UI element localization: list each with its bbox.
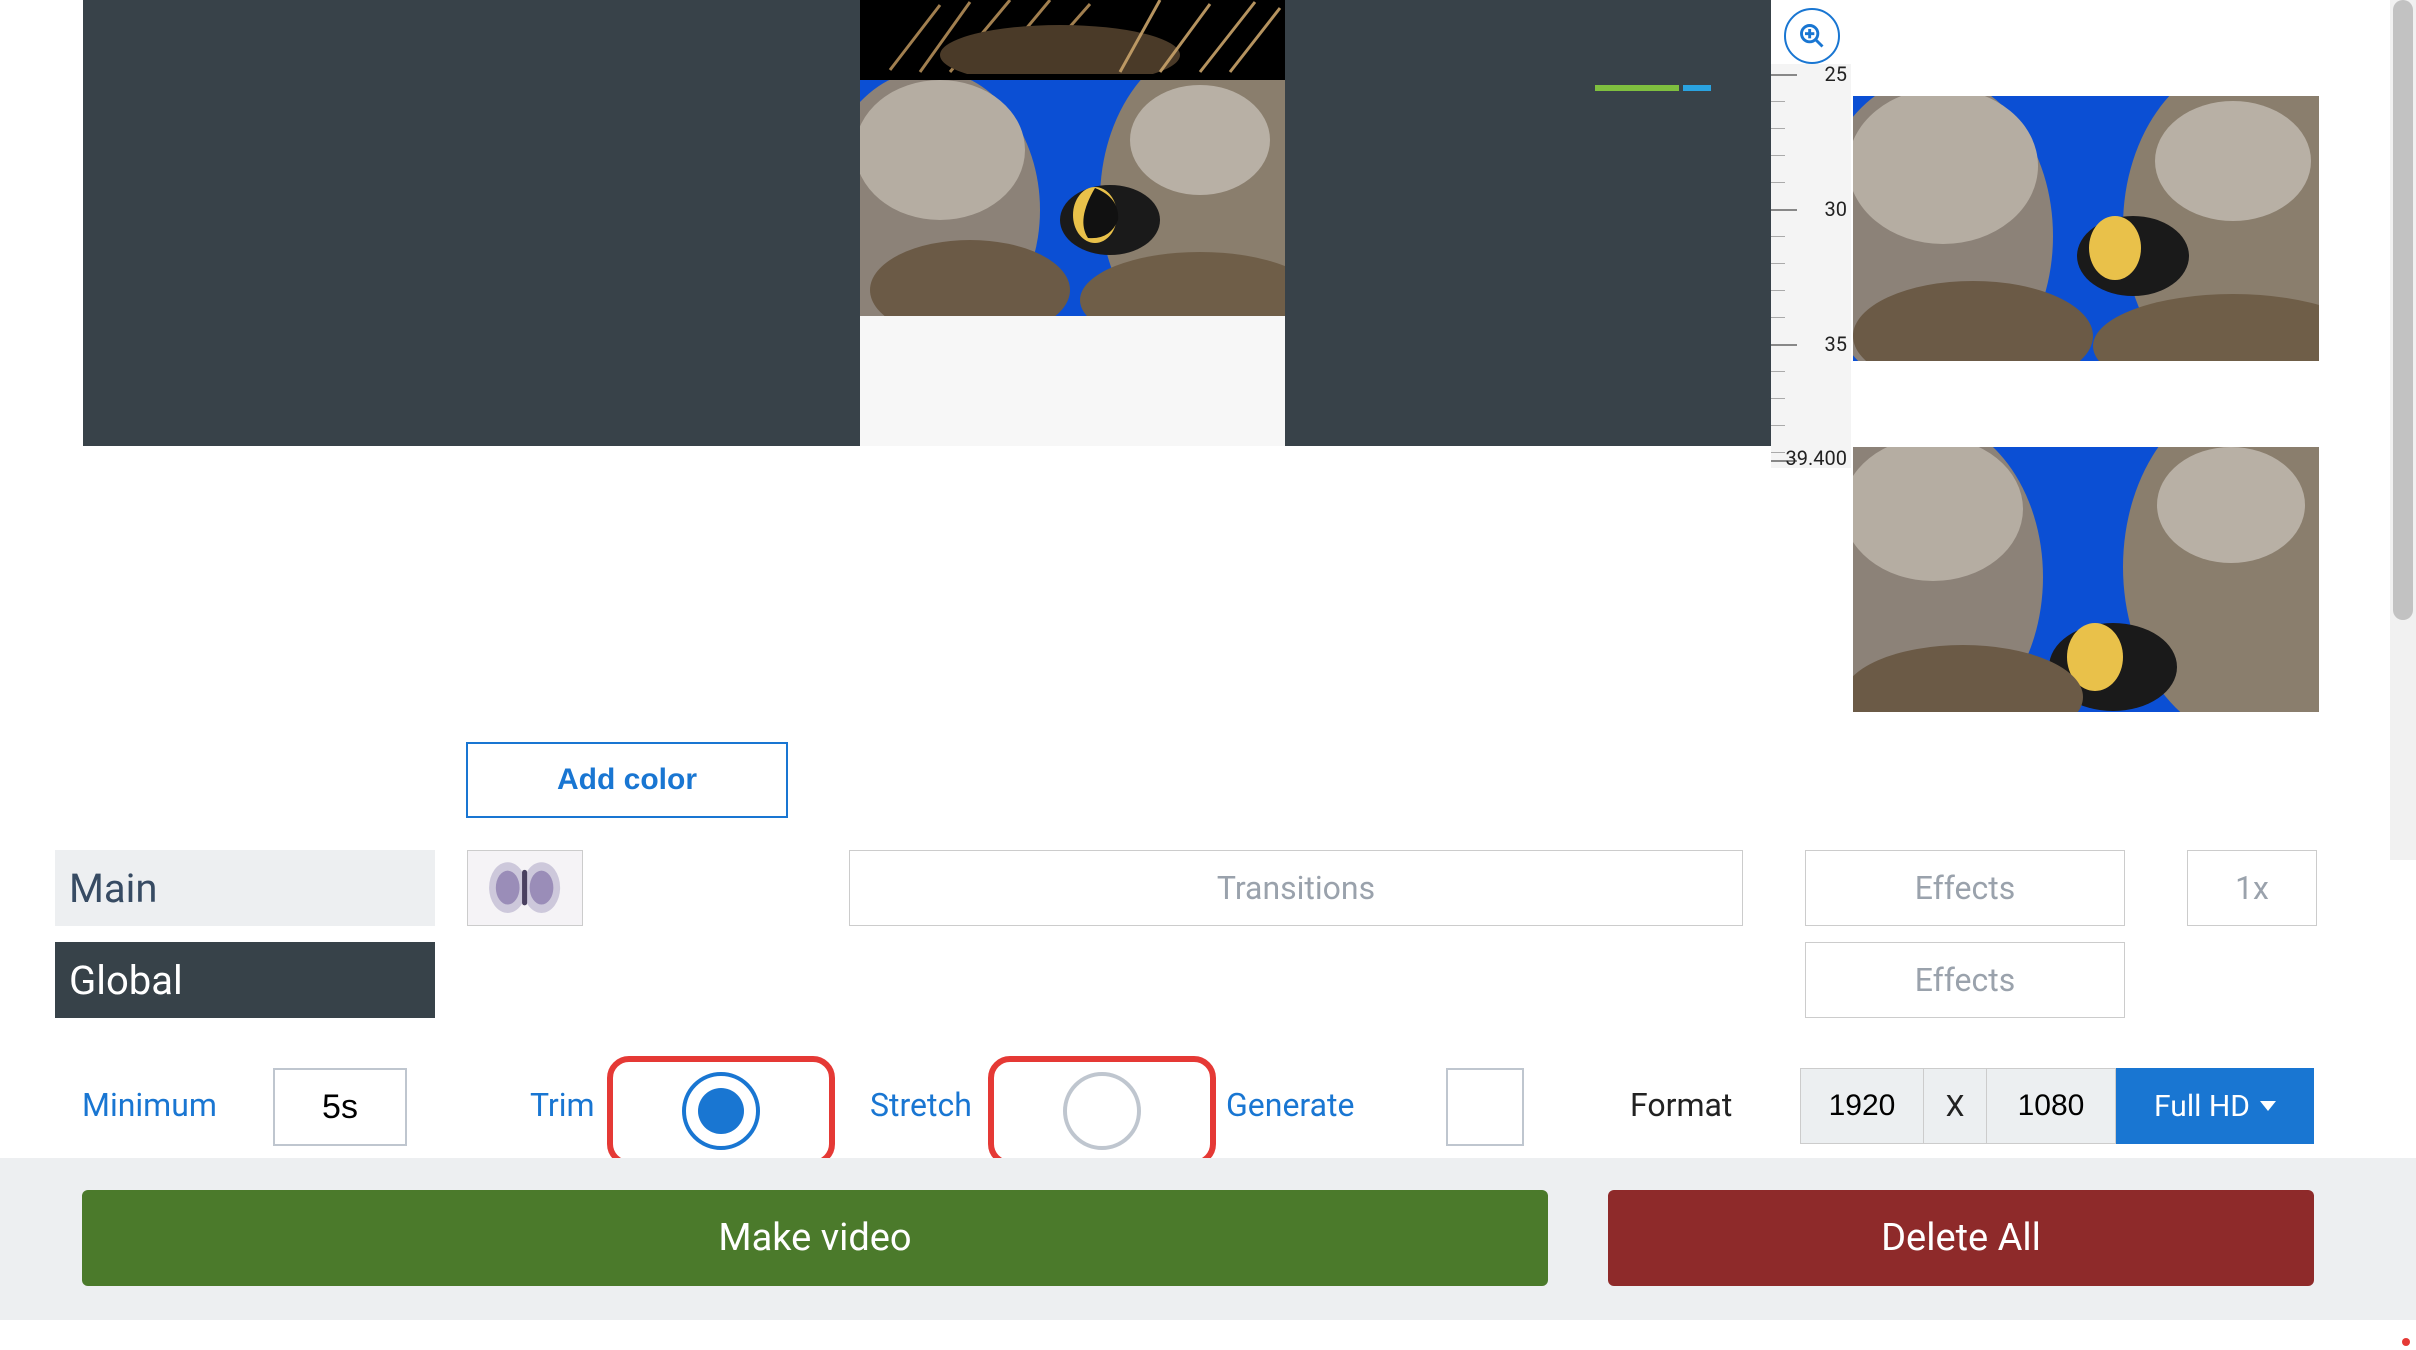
butterfly-icon [479,858,570,917]
trim-radio[interactable] [682,1072,760,1150]
add-color-button[interactable]: Add color [466,742,788,818]
preview-frame-top [860,0,1285,74]
minimum-input[interactable] [273,1068,407,1146]
stretch-label: Stretch [870,1086,972,1124]
selected-clip-thumb[interactable] [467,850,583,926]
tab-main[interactable]: Main [55,850,435,926]
highlight-trim [607,1056,835,1166]
preview-canvas[interactable] [83,0,1771,446]
notification-dot-icon [2402,1338,2410,1346]
options-row: Minimum Trim Stretch Generate Format X F… [0,1050,2416,1158]
preview-frame [860,0,1285,446]
format-width-input[interactable] [1800,1068,1924,1144]
timeline-ruler[interactable]: 25 30 35 39.400 [1771,64,1851,468]
delete-all-button[interactable]: Delete All [1608,1190,2314,1286]
format-preset-dropdown[interactable]: Full HD [2116,1068,2314,1144]
generate-label: Generate [1226,1086,1354,1124]
preview-frame-bottom [860,316,1285,446]
generate-checkbox[interactable] [1446,1068,1524,1146]
clip-thumbnail[interactable] [1853,447,2319,712]
trim-label: Trim [530,1086,595,1124]
format-preset-label: Full HD [2154,1089,2250,1124]
ruler-tick-label: 25 [1825,62,1847,86]
scrollbar-thumb[interactable] [2393,0,2413,620]
transitions-field[interactable]: Transitions [849,850,1743,926]
action-bar: Make video Delete All [0,1158,2416,1320]
highlight-stretch [988,1056,1216,1166]
format-label: Format [1630,1086,1732,1124]
tab-global[interactable]: Global [55,942,435,1018]
effects-field-global[interactable]: Effects [1805,942,2125,1018]
zoom-in-icon [1798,22,1826,50]
ruler-tick-label: 35 [1825,332,1847,356]
clip-thumbnail[interactable] [1853,96,2319,361]
clip-thumbnails [1853,96,2319,798]
zoom-in-button[interactable] [1784,8,1840,64]
make-video-button[interactable]: Make video [82,1190,1548,1286]
format-separator: X [1924,1068,1986,1144]
ruler-tick-label: 39.400 [1786,446,1847,470]
stretch-radio[interactable] [1063,1072,1141,1150]
format-height-input[interactable] [1986,1068,2116,1144]
ruler-tick-label: 30 [1825,197,1847,221]
minimum-label: Minimum [82,1086,217,1124]
scrollbar-track[interactable] [2390,0,2416,860]
chevron-down-icon [2260,1101,2276,1111]
preview-frame-mid [860,80,1285,316]
speed-field[interactable]: 1x [2187,850,2317,926]
effects-field-main[interactable]: Effects [1805,850,2125,926]
